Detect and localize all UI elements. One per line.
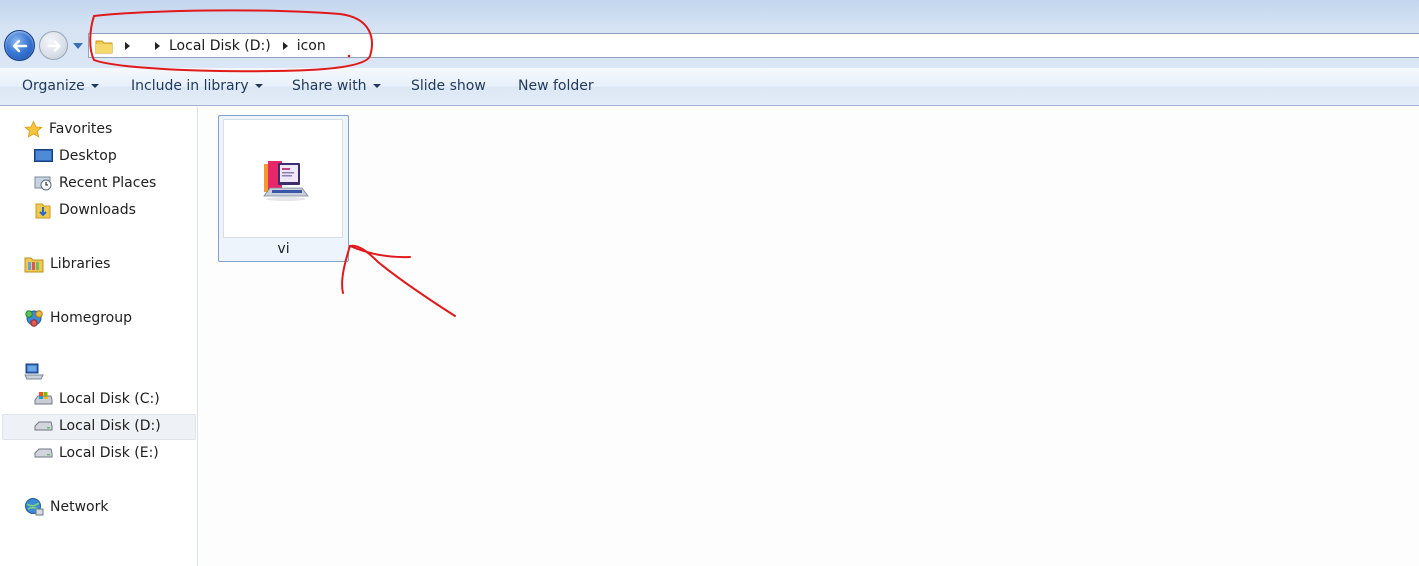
sidebar-item-label: Downloads xyxy=(59,202,136,218)
navigation-bar: Local Disk (D:) icon xyxy=(0,0,1419,68)
caret-down-icon xyxy=(90,84,99,88)
file-thumbnail xyxy=(223,119,343,238)
navigation-pane: Favorites Desktop Recent Places Download… xyxy=(0,107,198,566)
breadcrumb-arrow-root[interactable] xyxy=(119,36,135,56)
slide-show-button[interactable]: Slide show xyxy=(411,78,486,94)
sidebar-item-label: Recent Places xyxy=(59,175,157,191)
sidebar-item-local-disk-c[interactable]: Local Disk (C:) xyxy=(34,387,160,411)
chevron-right-icon xyxy=(155,41,160,50)
address-bar[interactable]: Local Disk (D:) icon xyxy=(88,33,1419,58)
sidebar-item-label: Favorites xyxy=(49,121,113,137)
file-list-pane[interactable]: vi xyxy=(199,107,1419,566)
include-in-library-button[interactable]: Include in library xyxy=(131,78,263,94)
drive-icon xyxy=(34,421,53,431)
include-in-library-label: Include in library xyxy=(131,78,249,94)
new-folder-button[interactable]: New folder xyxy=(518,78,594,94)
drive-icon xyxy=(34,448,53,458)
homegroup-icon xyxy=(25,310,43,327)
star-icon xyxy=(24,120,43,138)
sidebar-item-label: Local Disk (D:) xyxy=(59,418,161,434)
sidebar-item-label: Local Disk (C:) xyxy=(59,391,160,407)
sidebar-item-label: Network xyxy=(50,499,109,515)
sidebar-item-label: Libraries xyxy=(50,256,111,272)
forward-button[interactable] xyxy=(39,31,68,60)
organize-label: Organize xyxy=(22,78,85,94)
folder-icon xyxy=(95,40,113,53)
breadcrumb-icon-folder[interactable]: icon xyxy=(297,38,326,54)
sidebar-item-label: Homegroup xyxy=(50,310,133,326)
chevron-right-icon xyxy=(282,41,288,50)
organize-button[interactable]: Organize xyxy=(22,78,99,94)
libraries-icon xyxy=(24,257,44,273)
laptop-books-image-icon xyxy=(263,161,309,201)
sidebar-item-local-disk-d[interactable]: Local Disk (D:) xyxy=(34,414,161,438)
new-folder-label: New folder xyxy=(518,78,594,94)
slide-show-label: Slide show xyxy=(411,78,486,94)
sidebar-item-label: Local Disk (E:) xyxy=(59,445,159,461)
sidebar-item-local-disk-e[interactable]: Local Disk (E:) xyxy=(34,441,159,465)
back-arrow-icon xyxy=(12,39,28,53)
sidebar-item-downloads[interactable]: Downloads xyxy=(34,198,136,222)
recent-places-icon xyxy=(34,176,52,191)
sidebar-item-recent-places[interactable]: Recent Places xyxy=(34,171,156,195)
downloads-folder-icon xyxy=(35,203,51,218)
network-icon xyxy=(25,498,44,516)
forward-arrow-icon xyxy=(47,40,61,52)
caret-down-icon xyxy=(372,84,381,88)
breadcrumb-arrow-computer[interactable] xyxy=(149,36,165,56)
sidebar-item-favorites[interactable]: Favorites xyxy=(24,117,112,141)
sidebar-item-network[interactable]: Network xyxy=(24,495,108,519)
command-bar: Organize Include in library Share with S… xyxy=(0,68,1419,106)
computer-icon xyxy=(24,363,44,380)
sidebar-item-desktop[interactable]: Desktop xyxy=(34,144,117,168)
system-drive-icon xyxy=(34,392,53,405)
desktop-icon xyxy=(34,149,53,162)
share-with-label: Share with xyxy=(292,78,367,94)
back-button[interactable] xyxy=(4,30,35,61)
file-name: vi xyxy=(277,241,290,257)
breadcrumb-arrow-drive[interactable] xyxy=(277,36,293,56)
caret-down-icon xyxy=(254,84,263,88)
recent-pages-dropdown-icon[interactable] xyxy=(71,40,85,52)
sidebar-item-computer[interactable] xyxy=(24,360,50,384)
file-item[interactable]: vi xyxy=(218,115,349,262)
share-with-button[interactable]: Share with xyxy=(292,78,381,94)
breadcrumb-local-disk-d[interactable]: Local Disk (D:) xyxy=(169,38,271,54)
sidebar-item-homegroup[interactable]: Homegroup xyxy=(24,306,132,330)
sidebar-item-label: Desktop xyxy=(59,148,117,164)
chevron-right-icon xyxy=(125,41,130,50)
sidebar-item-libraries[interactable]: Libraries xyxy=(24,252,110,276)
